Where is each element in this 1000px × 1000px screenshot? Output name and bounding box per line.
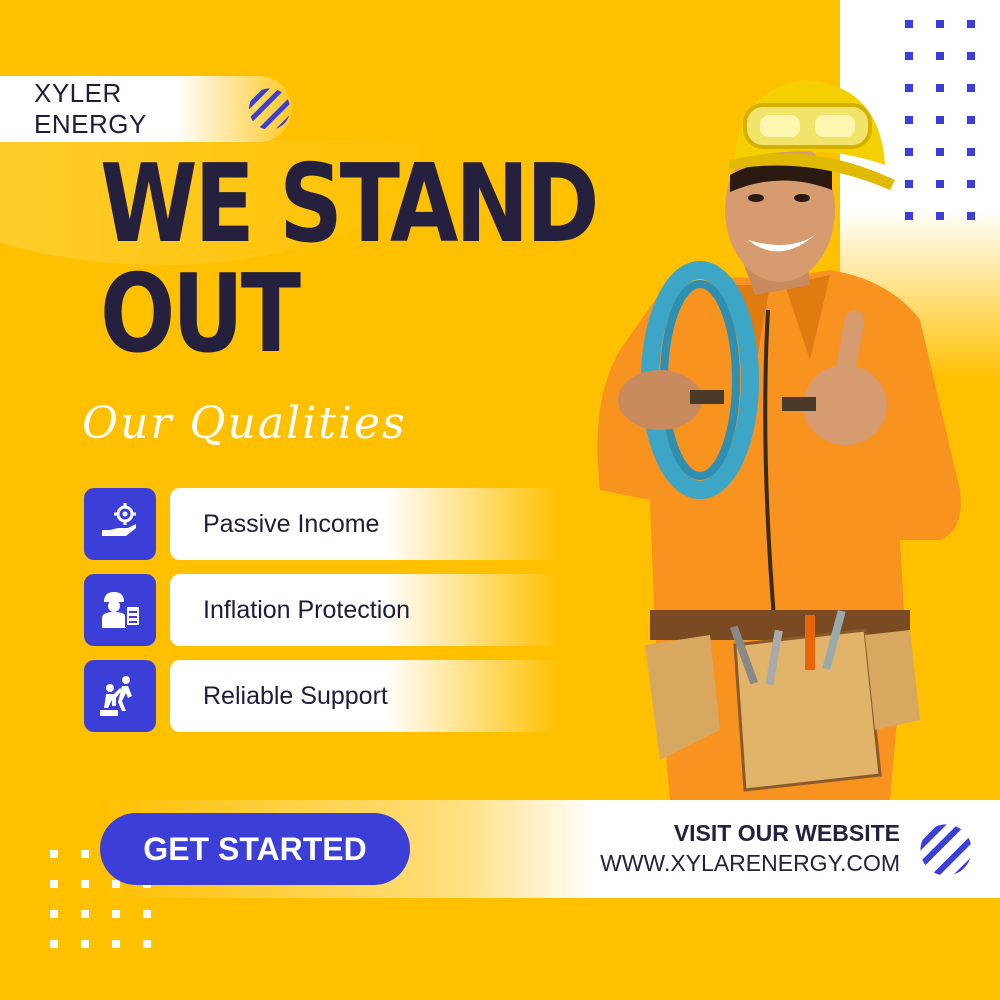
quality-label: Reliable Support bbox=[203, 681, 388, 710]
quality-item-inflation-protection: Inflation Protection bbox=[170, 574, 560, 646]
hand-gear-icon bbox=[84, 488, 156, 560]
quality-label: Inflation Protection bbox=[203, 595, 411, 624]
helping-hand-icon bbox=[84, 660, 156, 732]
brand-pill: XYLER ENERGY bbox=[0, 76, 292, 142]
subtitle: Our Qualities bbox=[82, 398, 407, 449]
website-link[interactable]: WWW.XYLARENERGY.COM bbox=[560, 850, 900, 877]
worker-clipboard-icon bbox=[84, 574, 156, 646]
get-started-button[interactable]: GET STARTED bbox=[100, 813, 410, 885]
striped-circle-logo-icon bbox=[920, 824, 972, 876]
quality-label: Passive Income bbox=[203, 509, 380, 538]
quality-item-passive-income: Passive Income bbox=[170, 488, 560, 560]
poster: XYLER ENERGY WE STAND OUT Our Qualities … bbox=[0, 0, 1000, 1000]
striped-circle-logo-icon bbox=[248, 88, 291, 130]
brand-name: XYLER ENERGY bbox=[34, 78, 147, 139]
headline-line-1: WE STAND bbox=[100, 142, 600, 267]
page-title: WE STAND OUT bbox=[100, 142, 600, 377]
headline-line-2: OUT bbox=[100, 252, 301, 377]
visit-website-heading: VISIT OUR WEBSITE bbox=[673, 820, 900, 846]
worker-photo bbox=[597, 80, 961, 800]
quality-item-reliable-support: Reliable Support bbox=[170, 660, 560, 732]
